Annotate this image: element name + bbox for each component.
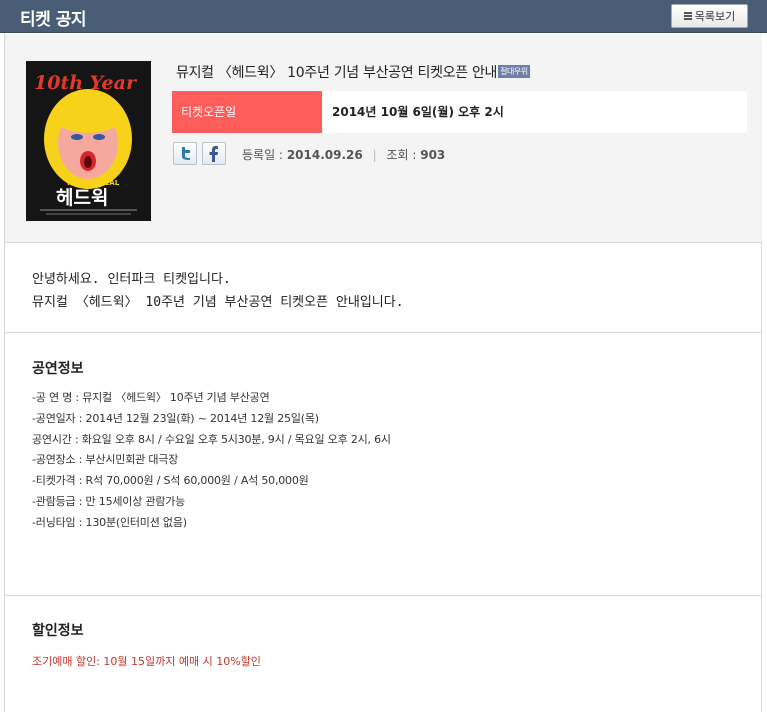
notice-title: 뮤지컬 〈헤드윅〉 10주년 기념 부산공연 티켓오픈 안내 절대우위 — [176, 62, 530, 82]
performance-info-item: -관람등급 : 만 15세이상 관람가능 — [32, 494, 186, 508]
discount-info-title: 할인정보 — [32, 623, 84, 639]
page-title: 티켓 공지 — [20, 10, 86, 30]
discount-info-text: 조기예매 할인: 10월 15일까지 예매 시 10%할인 — [32, 655, 261, 668]
greeting-line-1: 안녕하세요. 인터파크 티켓입니다. — [32, 272, 231, 287]
facebook-icon — [209, 145, 218, 162]
notice-meta: 등록일 : 2014.09.26 | 조회 : 903 — [242, 146, 445, 163]
performance-info-section: 공연정보 -공 연 명 : 뮤지컬 〈헤드윅〉 10주년 기념 부산공연 -공연… — [5, 334, 762, 596]
performance-info-item: -공연장소 : 부산시민회관 대극장 — [32, 453, 179, 467]
performance-info-item: -러닝타임 : 130분(인터미션 없음) — [32, 515, 187, 529]
list-icon — [683, 12, 692, 20]
greeting-line-2: 뮤지컬 〈헤드윅〉 10주년 기념 부산공연 티켓오픈 안내입니다. — [32, 295, 404, 310]
rank-badge: 절대우위 — [498, 65, 530, 78]
list-view-label: 목록보기 — [694, 10, 736, 23]
page-header: 티켓 공지 목록보기 — [0, 0, 767, 33]
ticket-open-box: 티켓오픈일 2014년 10월 6일(월) 오후 2시 — [172, 91, 747, 133]
poster-sub-text: THE MUSICAL — [66, 179, 120, 187]
poster-name-text: 헤드윅 — [56, 187, 108, 209]
performance-info-item: -공 연 명 : 뮤지컬 〈헤드윅〉 10주년 기념 부산공연 — [32, 391, 270, 404]
meta-divider: | — [372, 148, 377, 162]
views-count: 903 — [420, 148, 446, 162]
register-label: 등록일 : — [242, 148, 283, 162]
performance-info-item: -공연일자 : 2014년 12월 23일(화) ~ 2014년 12월 25일… — [32, 411, 319, 425]
performance-info-item: -티켓가격 : R석 70,000원 / S석 60,000원 / A석 50,… — [32, 474, 309, 488]
performance-info-item: 공연시간 : 화요일 오후 8시 / 수요일 오후 5시30분, 9시 / 목요… — [32, 432, 391, 446]
views-label: 조회 : — [386, 148, 417, 162]
twitter-icon — [182, 147, 190, 160]
register-date: 2014.09.26 — [286, 148, 363, 162]
performance-info-title: 공연정보 — [32, 361, 84, 377]
ticket-open-date: 2014년 10월 6일(월) 오후 2시 — [332, 105, 504, 119]
discount-info-section: 할인정보 조기예매 할인: 10월 15일까지 예매 시 10%할인 — [5, 597, 762, 712]
notice-title-text: 뮤지컬 〈헤드윅〉 10주년 기념 부산공연 티켓오픈 안내 — [176, 65, 498, 81]
facebook-share-button[interactable] — [202, 142, 226, 165]
list-view-button[interactable]: 목록보기 — [671, 4, 748, 28]
poster-image: 10th Year THE MUSICAL 헤드윅 — [26, 61, 151, 221]
poster-art: 10th Year THE MUSICAL 헤드윅 — [26, 61, 151, 221]
notice-info-panel: 10th Year THE MUSICAL 헤드윅 뮤지컬 〈헤드윅〉 10주년… — [5, 34, 762, 243]
performance-info-list: -공 연 명 : 뮤지컬 〈헤드윅〉 10주년 기념 부산공연 -공연일자 : … — [32, 388, 391, 534]
twitter-share-button[interactable] — [173, 142, 197, 165]
greeting-section: 안녕하세요. 인터파크 티켓입니다. 뮤지컬 〈헤드윅〉 10주년 기념 부산공… — [5, 244, 762, 333]
poster-top-text: 10th Year — [34, 72, 138, 94]
ticket-open-label: 티켓오픈일 — [172, 91, 322, 133]
